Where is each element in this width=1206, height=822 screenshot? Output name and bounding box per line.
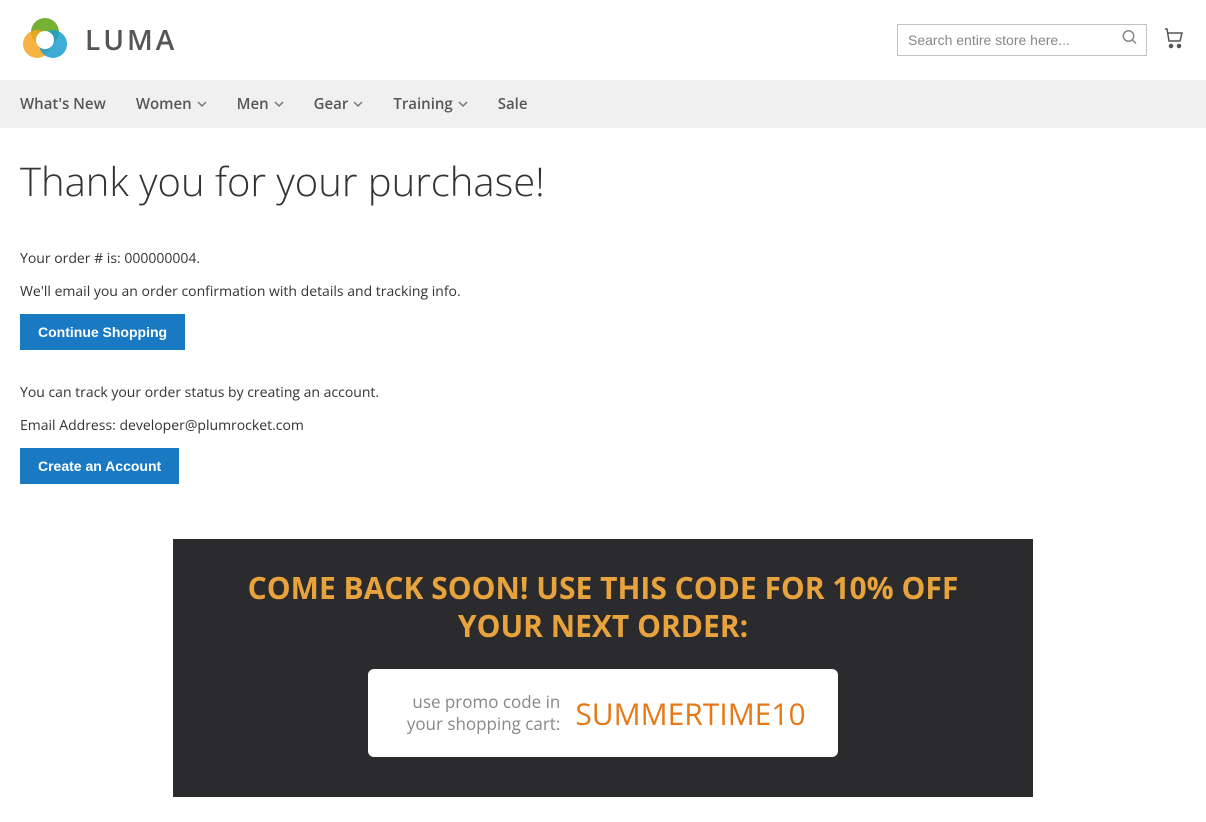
nav-gear[interactable]: Gear: [314, 80, 364, 128]
logo[interactable]: LUMA: [20, 15, 177, 65]
nav-men[interactable]: Men: [237, 80, 284, 128]
chevron-down-icon: [353, 94, 363, 114]
chevron-down-icon: [274, 94, 284, 114]
nav-training[interactable]: Training: [393, 80, 467, 128]
nav-label: Men: [237, 94, 269, 114]
search-icon[interactable]: [1121, 29, 1139, 52]
email-confirmation-text: We'll email you an order confirmation wi…: [20, 281, 1186, 302]
nav-whats-new[interactable]: What's New: [20, 80, 106, 128]
main-nav: What's New Women Men Gear Training Sale: [0, 80, 1206, 128]
nav-sale[interactable]: Sale: [498, 80, 528, 128]
track-order-text: You can track your order status by creat…: [20, 382, 1186, 403]
page-title: Thank you for your purchase!: [20, 153, 1186, 208]
logo-icon: [20, 15, 70, 65]
order-number-text: Your order # is: 000000004.: [20, 248, 1186, 269]
main-content: Thank you for your purchase! Your order …: [0, 128, 1206, 822]
nav-label: Sale: [498, 94, 528, 114]
chevron-down-icon: [458, 94, 468, 114]
promo-banner: COME BACK SOON! USE THIS CODE FOR 10% OF…: [173, 539, 1033, 797]
promo-code-box: use promo code in your shopping cart: SU…: [368, 669, 838, 757]
chevron-down-icon: [197, 94, 207, 114]
nav-label: What's New: [20, 94, 106, 114]
promo-code: SUMMERTIME10: [575, 693, 805, 734]
nav-label: Women: [136, 94, 192, 114]
brand-name: LUMA: [85, 21, 177, 59]
page-header: LUMA: [0, 0, 1206, 80]
promo-heading: COME BACK SOON! USE THIS CODE FOR 10% OF…: [213, 569, 993, 644]
create-account-button[interactable]: Create an Account: [20, 448, 179, 484]
nav-label: Training: [393, 94, 452, 114]
search-box: [897, 24, 1147, 56]
search-input[interactable]: [897, 24, 1147, 56]
header-actions: [897, 24, 1186, 56]
promo-label: use promo code in your shopping cart:: [400, 691, 560, 735]
continue-shopping-button[interactable]: Continue Shopping: [20, 314, 185, 350]
nav-women[interactable]: Women: [136, 80, 207, 128]
cart-icon[interactable]: [1162, 26, 1186, 55]
email-address-text: Email Address: developer@plumrocket.com: [20, 415, 1186, 436]
nav-label: Gear: [314, 94, 349, 114]
